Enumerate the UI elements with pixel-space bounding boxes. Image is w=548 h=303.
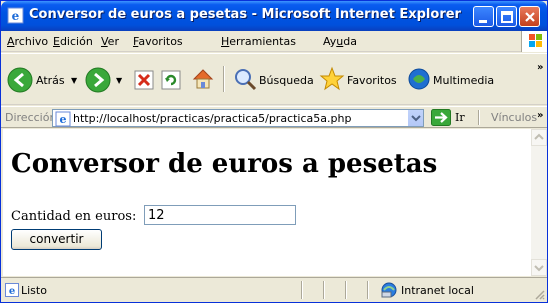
address-separator — [478, 110, 480, 125]
stop-icon[interactable] — [134, 70, 154, 93]
minimize-button[interactable] — [473, 6, 494, 27]
address-label: Dirección — [5, 111, 57, 124]
links-overflow-icon[interactable]: » — [537, 110, 543, 121]
windows-flag-icon — [521, 31, 547, 52]
scroll-down-icon[interactable] — [531, 259, 547, 276]
window-title: Conversor de euros a pesetas - Microsoft… — [29, 7, 461, 22]
address-url: http://localhost/practicas/practica5/pra… — [73, 112, 352, 125]
favorites-label[interactable]: Favoritos — [347, 74, 397, 87]
menu-herramientas[interactable]: Herramientas — [221, 35, 296, 48]
menu-ayuda[interactable]: Ayuda — [323, 35, 357, 48]
go-label[interactable]: Ir — [455, 111, 465, 124]
close-button[interactable] — [519, 6, 540, 27]
ie-page-icon: e — [7, 7, 24, 24]
resize-grip-icon[interactable] — [533, 288, 545, 300]
amount-input[interactable] — [144, 205, 296, 225]
multimedia-label[interactable]: Multimedia — [433, 74, 494, 87]
forward-dropdown-icon[interactable]: ▼ — [116, 76, 122, 85]
browser-window: e Conversor de euros a pesetas - Microso… — [0, 0, 548, 303]
svg-text:e: e — [12, 9, 20, 23]
multimedia-icon[interactable] — [407, 67, 431, 94]
back-label[interactable]: Atrás — [36, 74, 65, 87]
scroll-up-icon[interactable] — [531, 129, 547, 146]
convert-button[interactable]: convertir — [11, 229, 102, 250]
page-loaded-icon: e — [5, 283, 19, 300]
menu-bar: Archivo Edición Ver Favoritos Herramient… — [1, 31, 547, 52]
standard-toolbar: Atrás ▼ ▼ Búsqueda Favoritos Multimedia … — [1, 53, 547, 105]
go-arrow-icon[interactable] — [431, 109, 451, 126]
menu-favoritos[interactable]: Favoritos — [133, 35, 183, 48]
status-separator — [345, 281, 347, 299]
address-input[interactable]: e http://localhost/practicas/practica5/p… — [52, 109, 424, 127]
forward-arrow-icon[interactable] — [85, 67, 111, 96]
status-separator — [367, 281, 369, 299]
svg-text:e: e — [9, 286, 15, 297]
back-arrow-icon[interactable] — [7, 67, 33, 96]
search-icon[interactable] — [233, 67, 257, 94]
menu-edicion[interactable]: Edición — [53, 35, 93, 48]
status-separator — [301, 281, 303, 299]
amount-label: Cantidad en euros: — [11, 209, 137, 224]
toolbar-overflow-icon[interactable]: » — [537, 62, 543, 73]
links-label[interactable]: Vínculos — [491, 111, 537, 124]
status-bar: e Listo Intranet local — [1, 277, 547, 302]
menu-ver[interactable]: Ver — [101, 35, 119, 48]
svg-text:e: e — [60, 113, 67, 126]
refresh-icon[interactable] — [161, 70, 181, 93]
back-dropdown-icon[interactable]: ▼ — [71, 76, 77, 85]
status-separator — [323, 281, 325, 299]
home-icon[interactable] — [191, 67, 215, 94]
vertical-scrollbar[interactable] — [531, 129, 547, 276]
page-content: Conversor de euros a pesetas Cantidad en… — [3, 129, 531, 276]
status-text: Listo — [21, 284, 47, 297]
address-dropdown-icon[interactable] — [407, 110, 423, 126]
title-bar[interactable]: e Conversor de euros a pesetas - Microso… — [1, 1, 547, 31]
maximize-button[interactable] — [496, 6, 517, 27]
menu-archivo[interactable]: Archivo — [7, 35, 48, 48]
page-icon: e — [55, 111, 71, 130]
intranet-zone-icon — [381, 282, 397, 301]
address-bar: Dirección e http://localhost/practicas/p… — [1, 106, 547, 128]
toolbar-separator — [223, 66, 225, 92]
favorites-star-icon[interactable] — [319, 66, 345, 95]
page-heading: Conversor de euros a pesetas — [11, 149, 438, 179]
zone-text: Intranet local — [401, 284, 474, 297]
search-label[interactable]: Búsqueda — [259, 74, 314, 87]
